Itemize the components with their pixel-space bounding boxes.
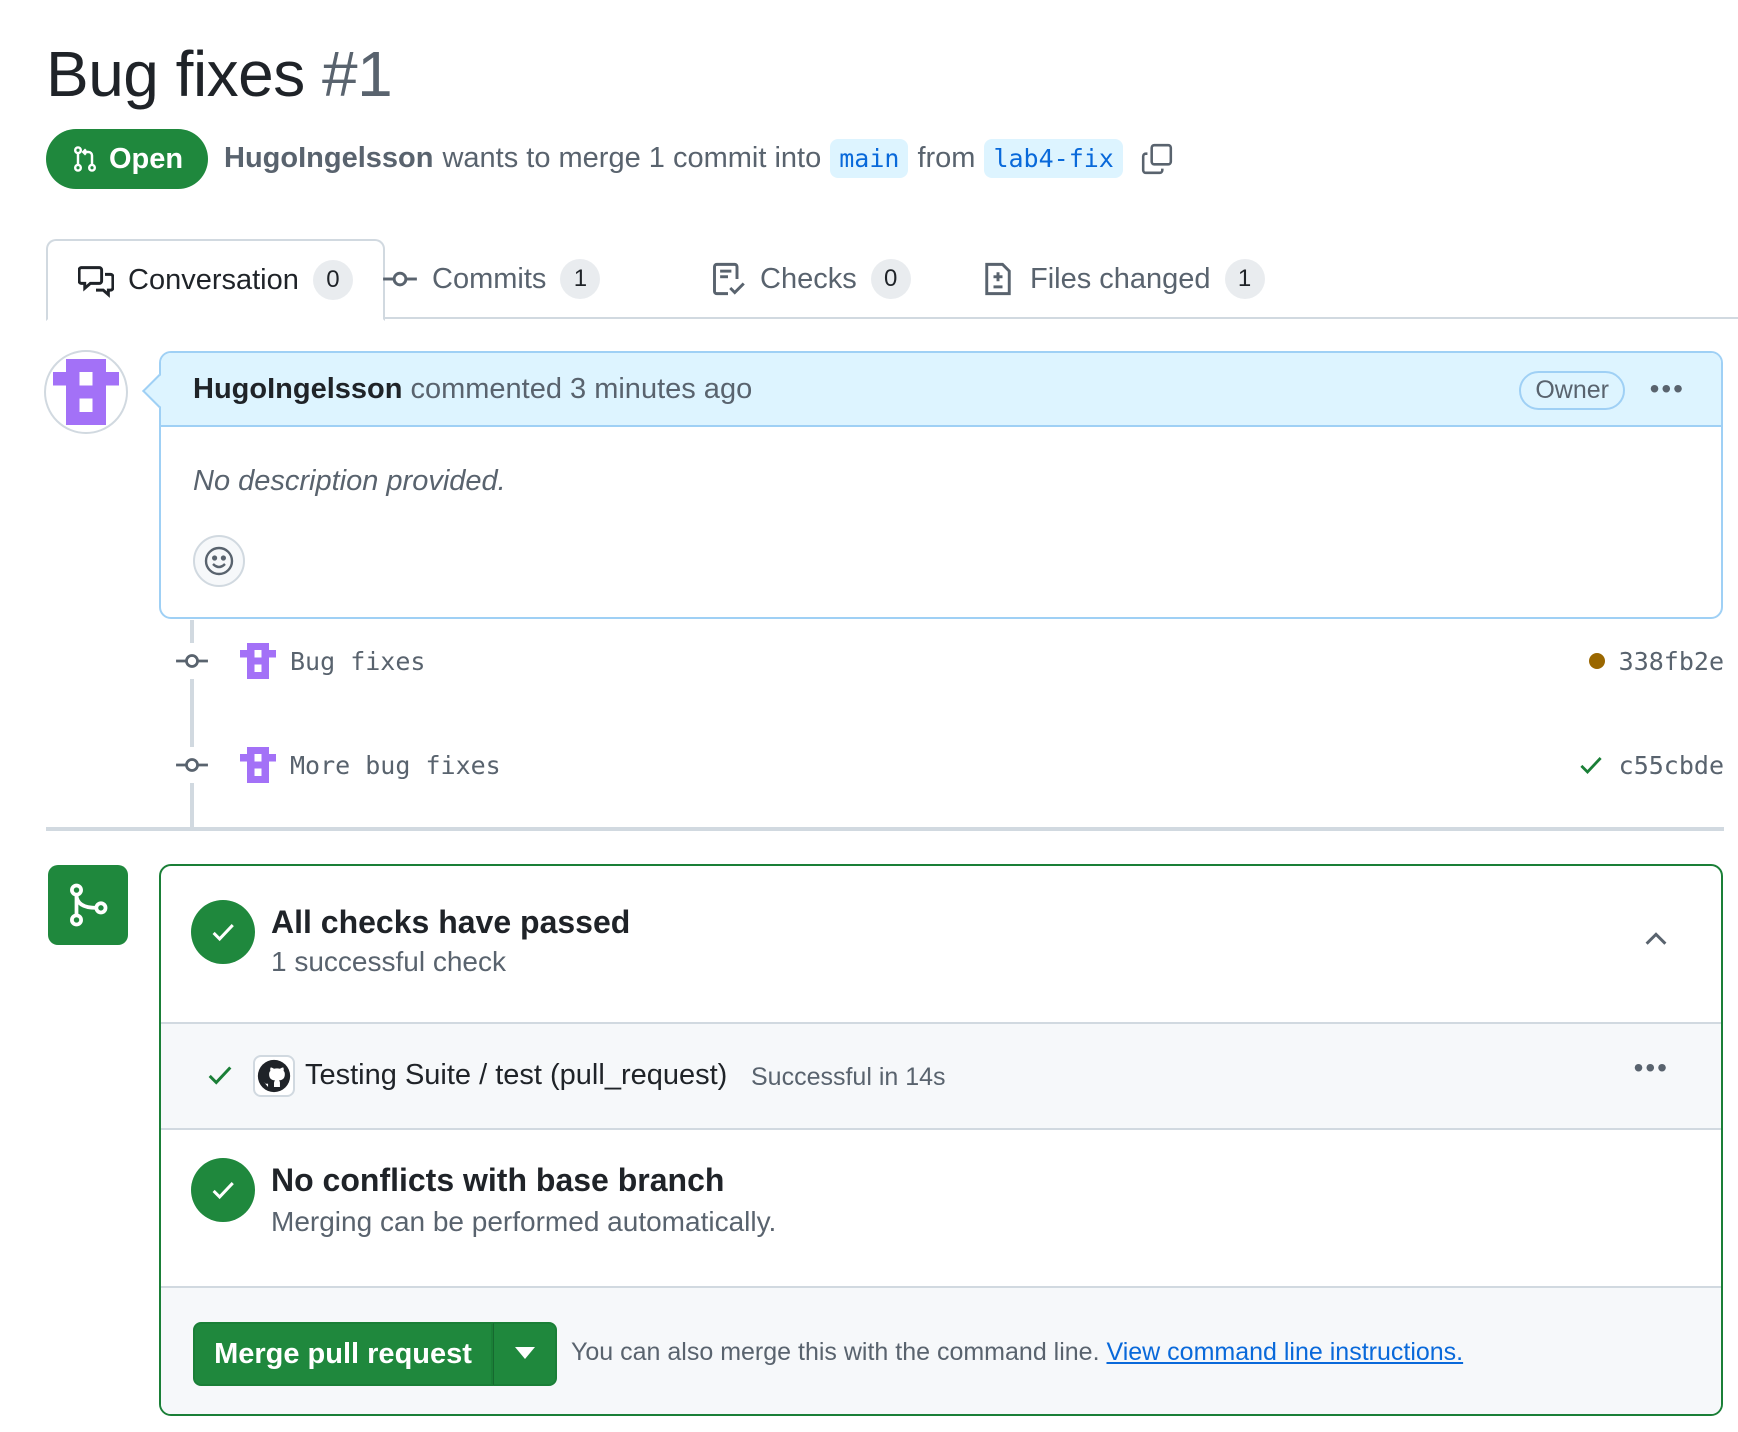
check-run-link[interactable]: Testing Suite / test (pull_request) bbox=[305, 1059, 727, 1092]
command-line-instructions-link[interactable]: View command line instructions. bbox=[1106, 1338, 1463, 1366]
checks-title: All checks have passed bbox=[271, 904, 631, 940]
tab-label: Commits bbox=[432, 262, 547, 295]
commit-message-link[interactable]: Bug fixes bbox=[290, 647, 425, 676]
tab-label: Conversation bbox=[128, 263, 299, 296]
timeline-commit: More bug fixes c55cbde bbox=[174, 740, 1724, 790]
check-options-button[interactable]: ••• bbox=[1634, 1052, 1669, 1084]
file-diff-icon bbox=[985, 262, 1011, 296]
pr-title-text: Bug fixes bbox=[46, 38, 305, 110]
commit-meta: 338fb2e bbox=[1588, 647, 1724, 676]
tab-checks[interactable]: Checks 0 bbox=[710, 239, 911, 319]
identicon-icon bbox=[53, 359, 119, 425]
checklist-icon bbox=[713, 262, 745, 296]
conflicts-subtitle: Merging can be performed automatically. bbox=[271, 1206, 777, 1237]
commit-meta: c55cbde bbox=[1577, 751, 1724, 780]
pr-title: Bug fixes #1 bbox=[46, 34, 393, 114]
merge-box: All checks have passed 1 successful chec… bbox=[159, 864, 1723, 1416]
pr-tabs: Conversation 0 Commits 1 Checks 0 Files … bbox=[46, 239, 1738, 321]
git-merge-icon bbox=[48, 865, 128, 945]
git-commit-icon bbox=[174, 747, 210, 783]
pr-meta: HugoIngelsson wants to merge 1 commit in… bbox=[224, 139, 1176, 178]
pending-status-icon[interactable] bbox=[1588, 653, 1605, 669]
avatar[interactable] bbox=[240, 643, 276, 679]
timeline-divider bbox=[46, 827, 1724, 831]
pr-description-comment: HugoIngelsson commented 3 minutes ago Ow… bbox=[159, 351, 1723, 619]
comment-header: HugoIngelsson commented 3 minutes ago bbox=[161, 353, 1721, 427]
avatar[interactable] bbox=[44, 350, 128, 434]
smiley-icon bbox=[204, 546, 234, 576]
check-run-status: Successful in 14s bbox=[751, 1063, 946, 1091]
commit-message-link[interactable]: More bug fixes bbox=[290, 751, 501, 780]
add-reaction-button[interactable] bbox=[193, 535, 245, 587]
tab-counter: 0 bbox=[870, 259, 911, 299]
checks-summary: All checks have passed 1 successful chec… bbox=[161, 866, 1721, 1022]
git-commit-icon bbox=[383, 271, 417, 287]
tab-conversation[interactable]: Conversation 0 bbox=[46, 239, 385, 321]
chevron-up-icon[interactable] bbox=[1641, 924, 1671, 954]
triangle-down-icon bbox=[514, 1347, 535, 1359]
merge-hint: You can also merge this with the command… bbox=[571, 1338, 1463, 1367]
merge-method-dropdown[interactable] bbox=[493, 1322, 557, 1386]
pr-state-label: Open bbox=[108, 142, 184, 175]
check-circle-icon bbox=[191, 1158, 255, 1222]
conflicts-summary: No conflicts with base branch Merging ca… bbox=[161, 1130, 1721, 1286]
conflicts-title: No conflicts with base branch bbox=[271, 1162, 725, 1198]
copy-icon bbox=[1141, 143, 1172, 174]
avatar[interactable] bbox=[240, 747, 276, 783]
github-actions-logo[interactable] bbox=[253, 1055, 295, 1097]
git-commit-icon bbox=[174, 643, 210, 679]
tab-files-changed[interactable]: Files changed 1 bbox=[980, 239, 1265, 319]
owner-badge: Owner bbox=[1519, 371, 1625, 410]
base-branch-link[interactable]: main bbox=[830, 139, 909, 178]
comment-timestamp[interactable]: commented 3 minutes ago bbox=[410, 373, 752, 406]
pr-number: #1 bbox=[322, 38, 393, 110]
check-circle-icon bbox=[191, 900, 255, 964]
check-icon bbox=[208, 1066, 232, 1085]
merge-hint-text: You can also merge this with the command… bbox=[571, 1338, 1100, 1366]
comment-author-link[interactable]: HugoIngelsson bbox=[193, 373, 402, 406]
merge-pull-request-button[interactable]: Merge pull request bbox=[193, 1322, 493, 1386]
comment-body: No description provided. bbox=[193, 465, 506, 497]
timeline-commit: Bug fixes 338fb2e bbox=[174, 636, 1724, 686]
merge-actions: Merge pull request You can also merge th… bbox=[161, 1286, 1721, 1414]
copy-branch-button[interactable] bbox=[1138, 140, 1176, 178]
comment-options-button[interactable]: ••• bbox=[1650, 373, 1685, 405]
tab-counter: 0 bbox=[312, 260, 353, 300]
tab-commits[interactable]: Commits 1 bbox=[382, 239, 601, 319]
head-branch-link[interactable]: lab4-fix bbox=[984, 139, 1123, 178]
pr-author-link[interactable]: HugoIngelsson bbox=[224, 142, 433, 175]
check-run-row: Testing Suite / test (pull_request) Succ… bbox=[161, 1022, 1721, 1130]
commit-sha-link[interactable]: c55cbde bbox=[1619, 751, 1724, 780]
pr-meta-text: wants to merge 1 commit into bbox=[442, 142, 822, 174]
commit-sha-link[interactable]: 338fb2e bbox=[1619, 647, 1724, 676]
check-icon[interactable] bbox=[1577, 751, 1605, 779]
tab-counter: 1 bbox=[560, 259, 601, 299]
comment-discussion-icon bbox=[78, 266, 114, 298]
tab-label: Checks bbox=[760, 262, 857, 295]
tab-counter: 1 bbox=[1224, 259, 1265, 299]
github-mark-icon bbox=[257, 1059, 291, 1093]
pr-from-text: from bbox=[917, 142, 976, 174]
pr-state-badge: Open bbox=[46, 129, 208, 189]
checks-subtitle: 1 successful check bbox=[271, 946, 506, 977]
tab-label: Files changed bbox=[1030, 262, 1211, 295]
git-pull-request-icon bbox=[73, 146, 96, 172]
